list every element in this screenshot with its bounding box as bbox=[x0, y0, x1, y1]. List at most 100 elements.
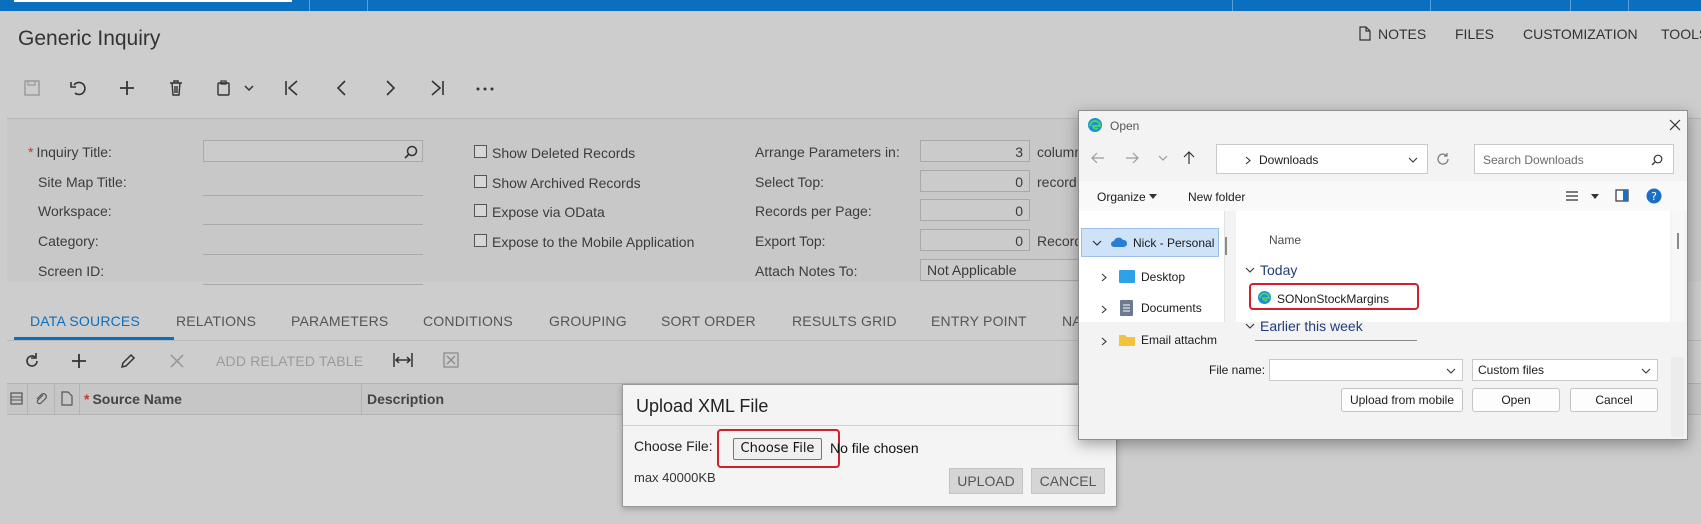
add-row-icon[interactable] bbox=[70, 352, 88, 370]
add-related-table-button[interactable]: ADD RELATED TABLE bbox=[216, 353, 363, 369]
choose-file-label: Choose File: bbox=[634, 438, 713, 454]
group-chevron-icon[interactable] bbox=[1245, 323, 1255, 330]
upload-button[interactable]: UPLOAD bbox=[949, 468, 1023, 494]
screen-id-input[interactable] bbox=[203, 264, 423, 285]
recent-locations-chevron-icon[interactable] bbox=[1158, 155, 1168, 162]
select-top-input[interactable]: 0 bbox=[920, 170, 1030, 192]
dialog-title: Upload XML File bbox=[636, 396, 769, 416]
undo-icon[interactable] bbox=[69, 79, 89, 97]
collapsed-chevron-icon[interactable] bbox=[1101, 337, 1107, 346]
nav-scrollbar[interactable] bbox=[1225, 237, 1227, 255]
tab-conditions[interactable]: CONDITIONS bbox=[423, 313, 513, 329]
tools-link[interactable]: TOOLS bbox=[1661, 26, 1701, 42]
arrange-params-unit: column bbox=[1037, 144, 1083, 160]
tree-label-email-attachments[interactable]: Email attachm bbox=[1141, 333, 1217, 347]
last-record-icon[interactable] bbox=[428, 79, 446, 97]
tab-grouping[interactable]: GROUPING bbox=[549, 313, 627, 329]
search-downloads-input[interactable]: Search Downloads bbox=[1474, 144, 1674, 174]
clipboard-icon[interactable] bbox=[215, 79, 233, 97]
tab-sort-order[interactable]: SORT ORDER bbox=[661, 313, 756, 329]
expose-odata-label: Expose via OData bbox=[492, 204, 605, 220]
back-arrow-icon[interactable] bbox=[1091, 152, 1105, 164]
address-dropdown-icon[interactable] bbox=[1408, 157, 1418, 164]
records-per-page-input[interactable]: 0 bbox=[920, 199, 1030, 221]
first-record-icon[interactable] bbox=[283, 79, 301, 97]
documents-folder-icon bbox=[1120, 300, 1133, 316]
tab-parameters[interactable]: PARAMETERS bbox=[291, 313, 388, 329]
records-per-page-label: Records per Page: bbox=[755, 203, 872, 219]
more-icon[interactable] bbox=[475, 86, 495, 92]
show-deleted-checkbox[interactable] bbox=[474, 145, 487, 158]
next-record-icon[interactable] bbox=[381, 79, 399, 97]
export-top-input[interactable]: 0 bbox=[920, 229, 1030, 251]
tab-results-grid[interactable]: RESULTS GRID bbox=[792, 313, 897, 329]
file-name-dropdown-icon[interactable] bbox=[1446, 368, 1456, 375]
previous-record-icon[interactable] bbox=[333, 79, 351, 97]
tree-label-desktop[interactable]: Desktop bbox=[1141, 270, 1185, 284]
cancel-button[interactable]: Cancel bbox=[1570, 388, 1658, 412]
tab-relations[interactable]: RELATIONS bbox=[176, 313, 256, 329]
file-list-scrollbar[interactable] bbox=[1672, 211, 1684, 322]
save-icon[interactable] bbox=[23, 79, 41, 97]
tab-data-sources[interactable]: DATA SOURCES bbox=[30, 313, 140, 329]
arrange-params-input[interactable]: 3 bbox=[920, 140, 1030, 162]
name-column-header[interactable]: Name bbox=[1269, 233, 1301, 247]
delete-icon[interactable] bbox=[167, 79, 185, 97]
category-input[interactable] bbox=[203, 234, 423, 255]
export-excel-icon[interactable] bbox=[443, 352, 459, 368]
scroll-thumb[interactable] bbox=[1677, 233, 1679, 249]
file-type-select[interactable]: Custom files bbox=[1472, 359, 1658, 381]
nav-divider bbox=[1628, 0, 1629, 11]
cancel-upload-button[interactable]: CANCEL bbox=[1031, 468, 1105, 494]
tree-item-onedrive[interactable]: Nick - Personal bbox=[1081, 228, 1219, 257]
view-chevron-icon bbox=[1591, 194, 1599, 199]
chevron-down-icon[interactable] bbox=[244, 85, 254, 93]
attach-notes-select[interactable]: Not Applicable bbox=[920, 259, 1080, 281]
tab-entry-point[interactable]: ENTRY POINT bbox=[931, 313, 1027, 329]
top-nav-bar bbox=[0, 0, 1701, 11]
list-hscroll[interactable] bbox=[1255, 340, 1417, 341]
site-map-title-input[interactable] bbox=[203, 175, 423, 196]
file-type-dropdown-icon[interactable] bbox=[1641, 368, 1651, 375]
show-archived-checkbox[interactable] bbox=[474, 175, 487, 188]
nav-divider bbox=[309, 0, 310, 11]
upload-from-mobile-button[interactable]: Upload from mobile bbox=[1341, 388, 1463, 412]
customization-link[interactable]: CUSTOMIZATION bbox=[1523, 26, 1638, 42]
collapsed-chevron-icon[interactable] bbox=[1101, 305, 1107, 314]
view-options-icon[interactable] bbox=[1565, 190, 1579, 202]
expanded-chevron-icon[interactable] bbox=[1092, 240, 1102, 247]
expose-odata-checkbox[interactable] bbox=[474, 204, 487, 217]
refresh-icon[interactable] bbox=[1436, 152, 1450, 166]
close-icon[interactable] bbox=[1669, 119, 1681, 131]
file-item-sononstockmargins[interactable]: SONonStockMargins bbox=[1277, 292, 1389, 306]
group-chevron-icon[interactable] bbox=[1245, 267, 1255, 274]
add-icon[interactable] bbox=[118, 79, 136, 97]
edge-browser-icon bbox=[1088, 118, 1102, 132]
workspace-input[interactable] bbox=[203, 204, 423, 225]
fit-columns-icon[interactable] bbox=[392, 351, 414, 369]
search-icon[interactable] bbox=[404, 145, 418, 159]
tree-label-onedrive: Nick - Personal bbox=[1133, 236, 1215, 250]
choose-file-button[interactable]: Choose File bbox=[733, 438, 822, 460]
open-button[interactable]: Open bbox=[1472, 388, 1560, 412]
organize-button[interactable]: Organize bbox=[1097, 190, 1146, 204]
up-arrow-icon[interactable] bbox=[1183, 151, 1195, 165]
email-folder-icon bbox=[1119, 335, 1135, 346]
inquiry-title-input[interactable] bbox=[203, 140, 423, 162]
files-link[interactable]: FILES bbox=[1455, 26, 1494, 42]
expose-mobile-checkbox[interactable] bbox=[474, 234, 487, 247]
refresh-icon[interactable] bbox=[23, 352, 41, 370]
preview-pane-icon[interactable] bbox=[1615, 189, 1629, 202]
tree-label-documents[interactable]: Documents bbox=[1141, 301, 1202, 315]
col-source-name[interactable]: * Source Name bbox=[80, 384, 362, 414]
address-bar[interactable]: Downloads bbox=[1216, 144, 1428, 174]
edit-icon[interactable] bbox=[119, 352, 137, 370]
help-icon[interactable]: ? bbox=[1646, 188, 1662, 204]
file-name-input[interactable] bbox=[1269, 359, 1463, 381]
workspace-label: Workspace: bbox=[38, 203, 112, 219]
remove-row-icon[interactable] bbox=[168, 352, 186, 370]
forward-arrow-icon[interactable] bbox=[1125, 152, 1139, 164]
collapsed-chevron-icon[interactable] bbox=[1101, 273, 1107, 282]
search-box-edge[interactable] bbox=[14, 0, 292, 2]
new-folder-button[interactable]: New folder bbox=[1188, 190, 1245, 204]
